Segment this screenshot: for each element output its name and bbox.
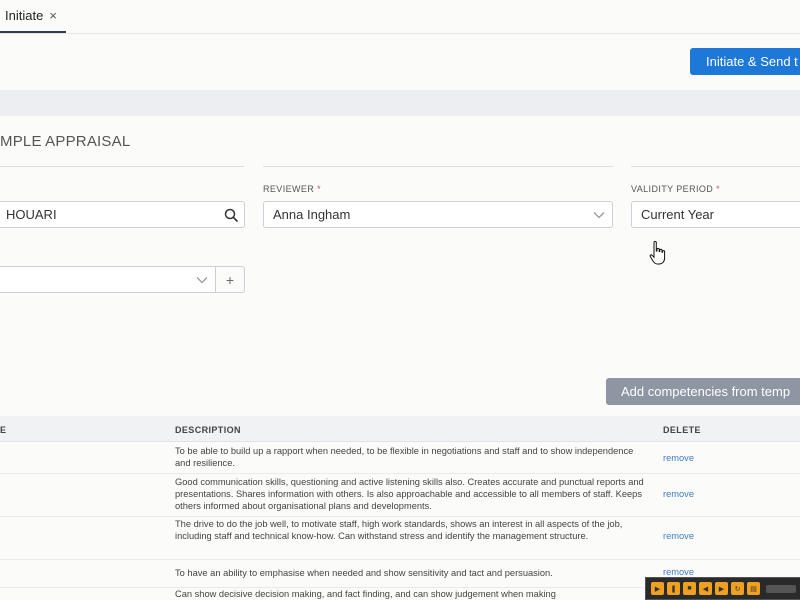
divider <box>263 166 613 167</box>
tab-initiate[interactable]: Initiate × <box>0 0 66 33</box>
row-description: To be able to build up a rapport when ne… <box>175 446 634 468</box>
divider <box>631 166 800 167</box>
remove-link[interactable]: remove <box>663 453 694 463</box>
table-row: Good communication skills, questioning a… <box>0 474 800 517</box>
tab-label: Initiate <box>5 8 44 23</box>
validity-period-select[interactable]: Current Year <box>631 201 800 228</box>
section-band <box>0 90 800 116</box>
employee-search-field[interactable]: HOUARI <box>0 201 245 228</box>
forward-icon[interactable]: ▶ <box>715 582 728 595</box>
remove-link[interactable]: remove <box>663 489 694 499</box>
chevron-down-icon <box>586 211 612 219</box>
table-header: E DESCRIPTION DELETE <box>0 416 800 442</box>
row-description: Can show decisive decision making, and f… <box>175 589 556 599</box>
employee-value: HOUARI <box>6 207 57 222</box>
table-row: To be able to build up a rapport when ne… <box>0 442 800 474</box>
chevron-down-icon <box>189 276 215 284</box>
reviewer-label: REVIEWER * <box>263 184 322 194</box>
play-icon[interactable]: ▶ <box>651 582 664 595</box>
add-competencies-button[interactable]: Add competencies from temp <box>606 378 800 405</box>
remove-link[interactable]: remove <box>663 531 694 541</box>
table-row: The drive to do the job well, to motivat… <box>0 517 800 560</box>
validity-value: Current Year <box>641 207 714 222</box>
tab-bar: Initiate × <box>0 0 800 34</box>
loop-icon[interactable]: ↻ <box>731 582 744 595</box>
column-header-description: DESCRIPTION <box>175 425 241 435</box>
stop-icon[interactable]: ■ <box>683 582 696 595</box>
row-description: The drive to do the job well, to motivat… <box>175 519 623 541</box>
divider <box>0 166 244 167</box>
remove-link[interactable]: remove <box>663 567 694 577</box>
reviewer-select[interactable]: Anna Ingham <box>263 201 613 228</box>
column-header-delete: DELETE <box>663 425 701 435</box>
close-icon[interactable]: × <box>49 8 57 23</box>
row-description: Good communication skills, questioning a… <box>175 477 644 511</box>
template-select[interactable] <box>0 266 216 293</box>
seek-bar[interactable] <box>766 584 796 593</box>
row-description: To have an ability to emphasise when nee… <box>175 568 553 578</box>
reviewer-value: Anna Ingham <box>273 207 351 222</box>
media-player-controls: ▶ ❚ ■ ◀ ▶ ↻ ▤ <box>645 577 800 600</box>
add-icon[interactable]: + <box>216 266 245 293</box>
hand-cursor-icon <box>648 240 668 271</box>
search-icon[interactable] <box>218 208 244 222</box>
column-header-name: E <box>0 425 7 435</box>
validity-period-label: VALIDITY PERIOD * <box>631 184 721 194</box>
initiate-send-button[interactable]: Initiate & Send t <box>690 48 800 75</box>
rewind-icon[interactable]: ◀ <box>699 582 712 595</box>
section-title: MPLE APPRAISAL <box>0 133 131 150</box>
settings-icon[interactable]: ▤ <box>747 582 760 595</box>
pause-icon[interactable]: ❚ <box>667 582 680 595</box>
